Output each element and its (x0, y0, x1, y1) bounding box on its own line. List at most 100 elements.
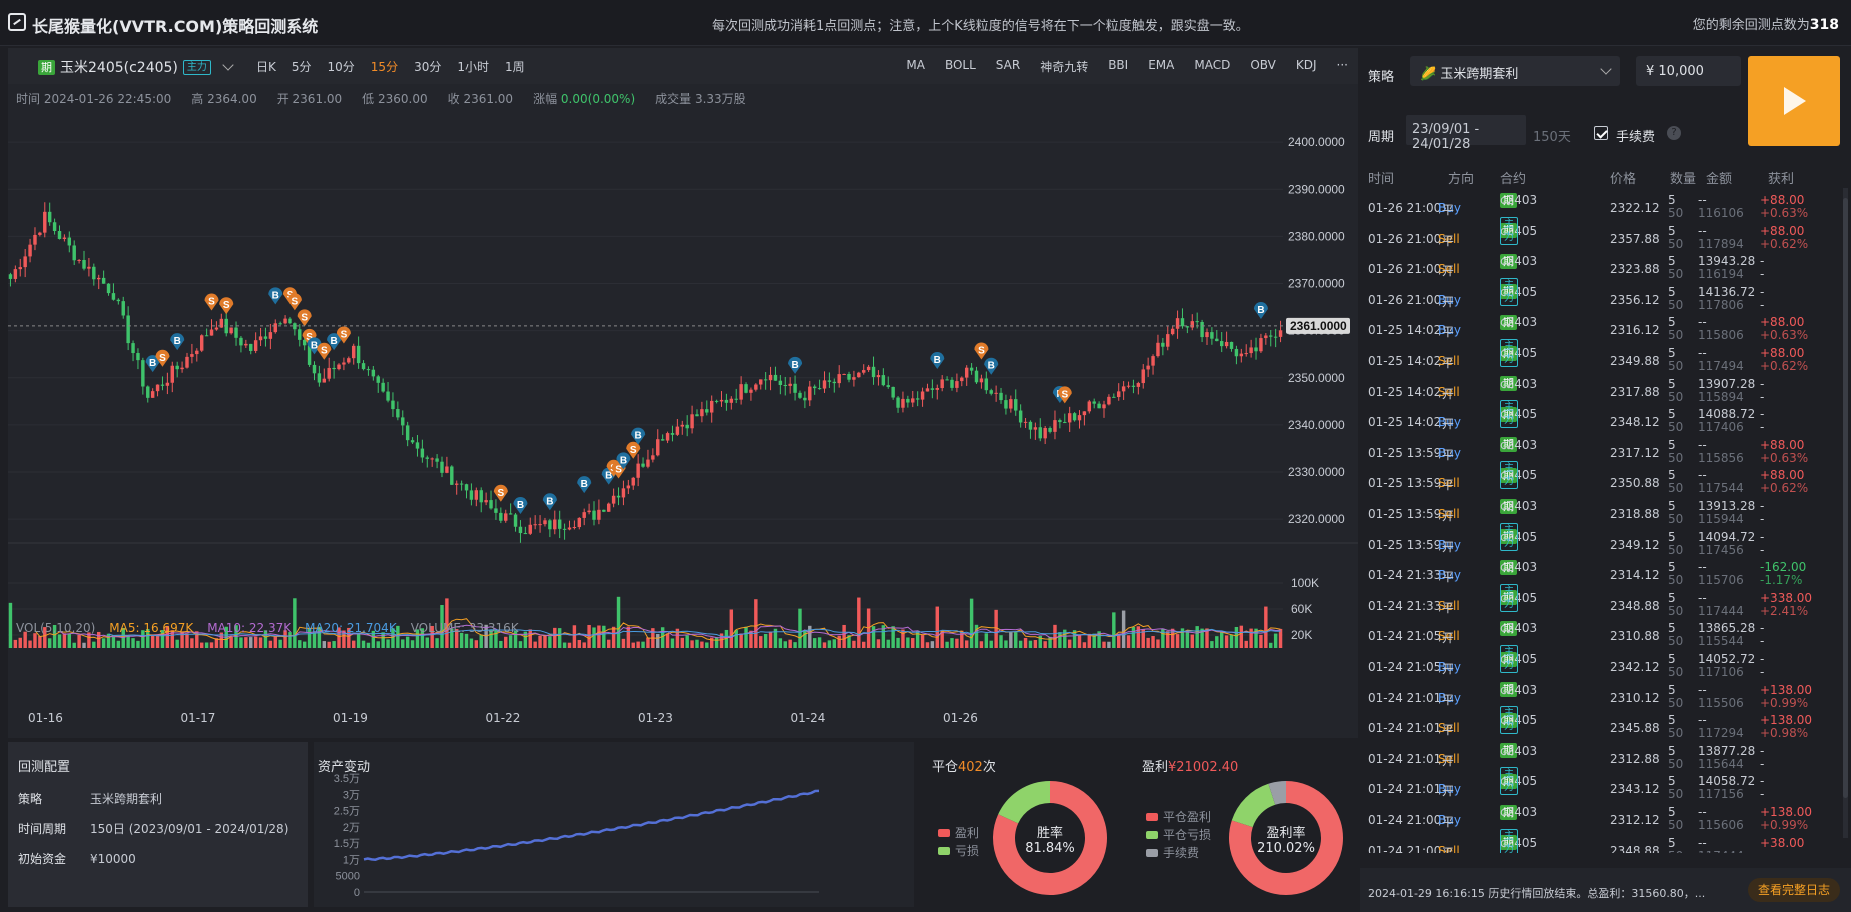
trade-row[interactable]: 01-25 14:02 Buy, 开期 c2405 主力 2348.12 5 50 14088.… (1360, 400, 1840, 437)
volume-bar (92, 641, 96, 648)
trade-quantity: 550 (1668, 316, 1683, 342)
candle-body (366, 369, 371, 371)
fund-input[interactable]: ¥ 10,000 (1636, 56, 1741, 86)
volume-bar (1112, 612, 1116, 648)
trade-row[interactable]: 01-24 21:05 Sell, 开期 c2403 2310.88 5 50 13865.2… (1360, 620, 1840, 651)
candle-body (1092, 401, 1096, 404)
trade-row[interactable]: 01-26 21:00 Buy, 开期 c2405 主力 2356.12 5 50 14136.… (1360, 277, 1840, 315)
volume-bar (1215, 636, 1219, 648)
trade-row[interactable]: 01-26 21:00 Sell, 平期 c2405 主力 2357.88 5 50 -- 117… (1360, 216, 1840, 254)
trade-row[interactable]: 01-26 21:00 Buy, 平期 c2403 2322.12 5 50 -- 116106… (1360, 193, 1840, 223)
trade-row[interactable]: 01-24 21:33 Sell, 平期 c2405 主力 2348.88 5 50 -- 117… (1360, 583, 1840, 621)
candle-body (263, 336, 268, 339)
period-tab[interactable]: 1小时 (449, 58, 497, 75)
indicator-tab[interactable]: 神奇九转 (1030, 58, 1098, 75)
main-contract-tag: 主力 (1500, 767, 1518, 796)
trade-row[interactable]: 01-25 14:02 Buy, 平期 c2403 2316.12 5 50 -- 115806… (1360, 314, 1840, 345)
quantity-sub: 50 (1668, 573, 1684, 588)
trade-row[interactable]: 01-25 13:59 Buy, 开期 c2405 主力 2349.12 5 50 14094.… (1360, 522, 1840, 560)
candle-body (131, 343, 135, 354)
svg-text:S: S (223, 300, 230, 311)
price-tick: 2330.0000 (1288, 465, 1345, 479)
indicator-tab[interactable]: SAR (986, 58, 1030, 75)
candle-body (327, 367, 331, 379)
indicator-tab[interactable]: KDJ (1286, 58, 1327, 75)
trade-row[interactable]: 01-24 21:01 Buy, 开期 c2405 主力 2343.12 5 50 14058.… (1360, 767, 1840, 804)
period-tab[interactable]: 日K (248, 58, 284, 75)
main-contract-tag: 主力 (1500, 828, 1518, 853)
indicator-tab[interactable]: OBV (1240, 58, 1286, 75)
volume-bar (1023, 637, 1028, 648)
trade-scrollbar[interactable] (1843, 188, 1848, 838)
volume-bar (665, 633, 670, 648)
volume-bar (896, 637, 900, 648)
svg-text:S: S (208, 297, 215, 308)
svg-text:B: B (517, 500, 524, 511)
svg-text:S: S (1061, 389, 1068, 400)
candlestick-chart[interactable]: 2400.00002390.00002380.00002370.00002360… (8, 108, 1358, 708)
trade-time: 01-24 21:01 (1368, 782, 1442, 797)
indicator-tab[interactable]: EMA (1138, 58, 1184, 75)
period-range-input[interactable]: 23/09/01 - 24/01/28 (1406, 115, 1526, 152)
indicator-tab[interactable]: ··· (1327, 58, 1358, 75)
trade-direction: Sell, 平 (1438, 354, 1460, 370)
profit-value: -- (1760, 652, 1765, 679)
amount-value: -- (1698, 713, 1707, 728)
indicator-tab[interactable]: MA (896, 58, 935, 75)
main-contract-tag: 主力 (1500, 277, 1518, 306)
period-tab[interactable]: 15分 (363, 58, 406, 75)
candle-body (405, 425, 410, 441)
volume-bar (930, 641, 935, 648)
indicator-tab[interactable]: BBI (1098, 58, 1138, 75)
candle-body (719, 399, 724, 402)
trade-row[interactable]: 01-24 21:01 Buy, 平期 c2403 2310.12 5 50 -- 115506… (1360, 682, 1840, 713)
period-tab[interactable]: 1周 (497, 58, 533, 75)
quantity-value: 5 (1668, 774, 1676, 789)
indicator-tab[interactable]: MACD (1184, 58, 1240, 75)
candle-body (803, 397, 807, 401)
trade-row[interactable]: 01-24 21:00Sell,平期c2405主力2348.88550--117… (1360, 828, 1840, 853)
view-log-button[interactable]: 查看完整日志 (1748, 878, 1840, 902)
trade-row[interactable]: 01-24 21:33 Buy, 平期 c2403 2314.12 5 50 -- 115706… (1360, 559, 1840, 590)
trade-row[interactable]: 01-25 14:02 Sell, 开期 c2403 2317.88 5 50 13907.2… (1360, 376, 1840, 407)
candle-body (386, 391, 390, 401)
candle-body (695, 414, 699, 417)
period-tab[interactable]: 10分 (320, 58, 363, 75)
trade-action: 开 (1441, 294, 1454, 309)
volume-bar (1273, 633, 1278, 648)
candle-body (891, 386, 895, 398)
fee-checkbox[interactable] (1594, 126, 1608, 140)
period-tab[interactable]: 30分 (406, 58, 449, 75)
svg-text:S: S (498, 488, 505, 499)
period-tab[interactable]: 5分 (284, 58, 320, 75)
volume-bar (567, 642, 572, 648)
indicator-tab[interactable]: BOLL (935, 58, 986, 75)
candle-body (969, 367, 974, 371)
run-backtest-button[interactable] (1748, 56, 1840, 146)
trade-price: 2348.88 (1610, 598, 1660, 613)
trade-row[interactable]: 01-24 21:05 Buy, 开期 c2405 主力 2342.12 5 50 14052.… (1360, 645, 1840, 682)
trade-row[interactable]: 01-25 13:59 Buy, 平期 c2403 2317.12 5 50 -- 115856… (1360, 437, 1840, 468)
asset-tick: 1.5万 (334, 838, 360, 850)
strategy-select[interactable]: 🌽 玉米跨期套利 (1410, 56, 1620, 86)
candle-body (43, 211, 47, 233)
amount-sub: 116106 (1698, 206, 1744, 220)
trade-row[interactable]: 01-25 13:59 Sell, 开期 c2403 2318.88 5 50 13913.2… (1360, 498, 1840, 529)
candle-body (420, 448, 425, 458)
trade-action: 开 (1441, 509, 1454, 523)
trade-row[interactable]: 01-24 21:01 Sell, 开期 c2403 2312.88 5 50 13877.2… (1360, 743, 1840, 774)
amount-value: 13943.28 (1698, 254, 1756, 269)
candle-body (484, 500, 488, 503)
trade-row[interactable]: 01-24 21:00 Buy, 平期 c2403 2312.12 5 50 -- 115606… (1360, 804, 1840, 835)
help-icon[interactable]: ? (1667, 126, 1681, 140)
volume-bar (763, 633, 768, 648)
scrollbar-thumb[interactable] (1843, 198, 1848, 798)
trade-row[interactable]: 01-25 13:59 Sell, 平期 c2405 主力 2350.88 5 50 -- 117… (1360, 461, 1840, 498)
trade-row[interactable]: 01-25 14:02 Sell, 平期 c2405 主力 2349.88 5 50 -- 117… (1360, 339, 1840, 376)
trade-row[interactable]: 01-24 21:01 Sell, 平期 c2405 主力 2345.88 5 50 -- 117… (1360, 706, 1840, 743)
candle-body (1087, 401, 1092, 412)
period-tabs: 日K 5分 10分 15分 30分 1小时 1周 (248, 58, 533, 75)
trade-row[interactable]: 01-26 21:00 Sell, 开期 c2403 2323.88 5 50 13943.2… (1360, 253, 1840, 284)
contract-selector[interactable]: 期 玉米2405(c2405) 主力 (38, 57, 238, 77)
trade-table-body[interactable]: 01-26 21:00 Buy, 平期 c2403 2322.12 5 50 -- 116106… (1360, 193, 1840, 853)
